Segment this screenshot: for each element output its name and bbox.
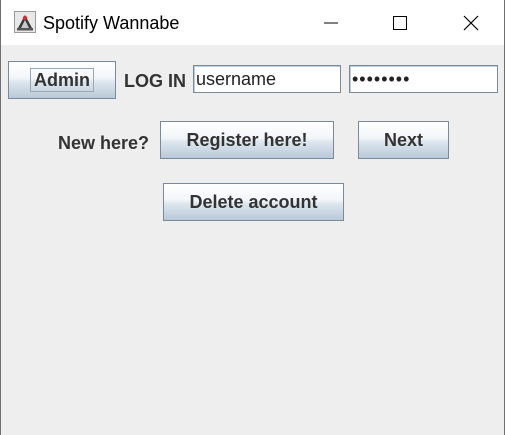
login-label: LOG IN <box>124 71 186 91</box>
maximize-icon <box>392 15 408 31</box>
password-field[interactable] <box>349 65 498 93</box>
register-button-label: Register here! <box>186 129 308 150</box>
minimize-icon <box>323 15 339 31</box>
admin-button-label: Admin <box>30 68 94 92</box>
register-button[interactable]: Register here! <box>160 121 334 159</box>
admin-button[interactable]: Admin <box>8 61 116 99</box>
maximize-button[interactable] <box>377 0 423 45</box>
java-cup-icon[interactable] <box>14 11 36 33</box>
username-field[interactable] <box>193 65 341 93</box>
delete-account-button-label: Delete account <box>189 191 318 212</box>
close-icon <box>463 15 479 31</box>
new-here-label: New here? <box>58 133 150 153</box>
content-panel: Admin LOG IN New here? Register here! Ne… <box>1 45 504 435</box>
next-button-label: Next <box>383 129 423 150</box>
window-title: Spotify Wannabe <box>43 13 180 33</box>
app-window: Spotify Wannabe Admin LOG IN New here? R… <box>0 0 505 435</box>
next-button[interactable]: Next <box>358 121 449 159</box>
title-bar: Spotify Wannabe <box>1 0 504 45</box>
close-button[interactable] <box>448 0 494 45</box>
delete-account-button[interactable]: Delete account <box>163 183 344 221</box>
minimize-button[interactable] <box>308 0 354 45</box>
